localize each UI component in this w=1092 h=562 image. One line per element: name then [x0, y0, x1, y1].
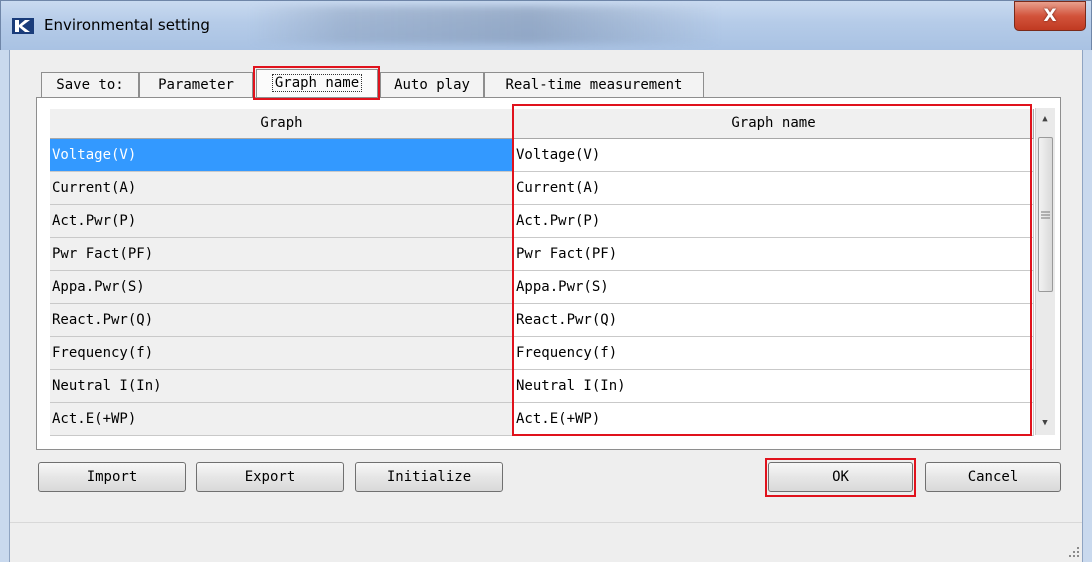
title-bar-background-blur	[250, 6, 720, 44]
graph-cell[interactable]: React.Pwr(Q)	[50, 304, 513, 337]
chevron-down-icon[interactable]: ▼	[1037, 414, 1053, 432]
tab-label: Parameter	[158, 77, 234, 93]
tab-save-to[interactable]: Save to:	[41, 72, 139, 98]
highlight-graph-name-column	[512, 104, 1032, 436]
graph-cell[interactable]: Pwr Fact(PF)	[50, 238, 513, 271]
initialize-button[interactable]: Initialize	[355, 462, 503, 492]
import-button[interactable]: Import	[38, 462, 186, 492]
status-bar	[10, 522, 1082, 562]
tab-label: Save to:	[56, 77, 124, 93]
window-title: Environmental setting	[44, 16, 210, 34]
graph-cell[interactable]: Act.Pwr(P)	[50, 205, 513, 238]
tab-parameter[interactable]: Parameter	[139, 72, 253, 98]
cancel-button[interactable]: Cancel	[925, 462, 1061, 492]
k-logo-icon	[12, 18, 34, 34]
window-right-border	[1082, 50, 1092, 562]
graph-cell[interactable]: Act.E(+WP)	[50, 403, 513, 436]
highlight-graph-name-tab	[253, 66, 380, 100]
export-button[interactable]: Export	[196, 462, 344, 492]
ok-button[interactable]: OK	[768, 462, 913, 492]
close-button[interactable]: X	[1014, 1, 1086, 31]
grip-lines-icon	[1041, 208, 1050, 219]
graph-cell[interactable]: Neutral I(In)	[50, 370, 513, 403]
chevron-up-icon[interactable]: ▲	[1037, 110, 1053, 128]
graph-cell[interactable]: Appa.Pwr(S)	[50, 271, 513, 304]
tab-auto-play[interactable]: Auto play	[380, 72, 484, 98]
window-left-border	[0, 50, 10, 562]
resize-grip-icon[interactable]	[1066, 544, 1080, 558]
column-header-graph[interactable]: Graph	[50, 109, 514, 139]
tab-label: Auto play	[394, 77, 470, 93]
tab-label: Real-time measurement	[505, 77, 683, 93]
graph-cell[interactable]: Voltage(V)	[50, 139, 513, 172]
tab-real-time-measurement[interactable]: Real-time measurement	[484, 72, 704, 98]
graph-cell[interactable]: Current(A)	[50, 172, 513, 205]
graph-cell[interactable]: Frequency(f)	[50, 337, 513, 370]
